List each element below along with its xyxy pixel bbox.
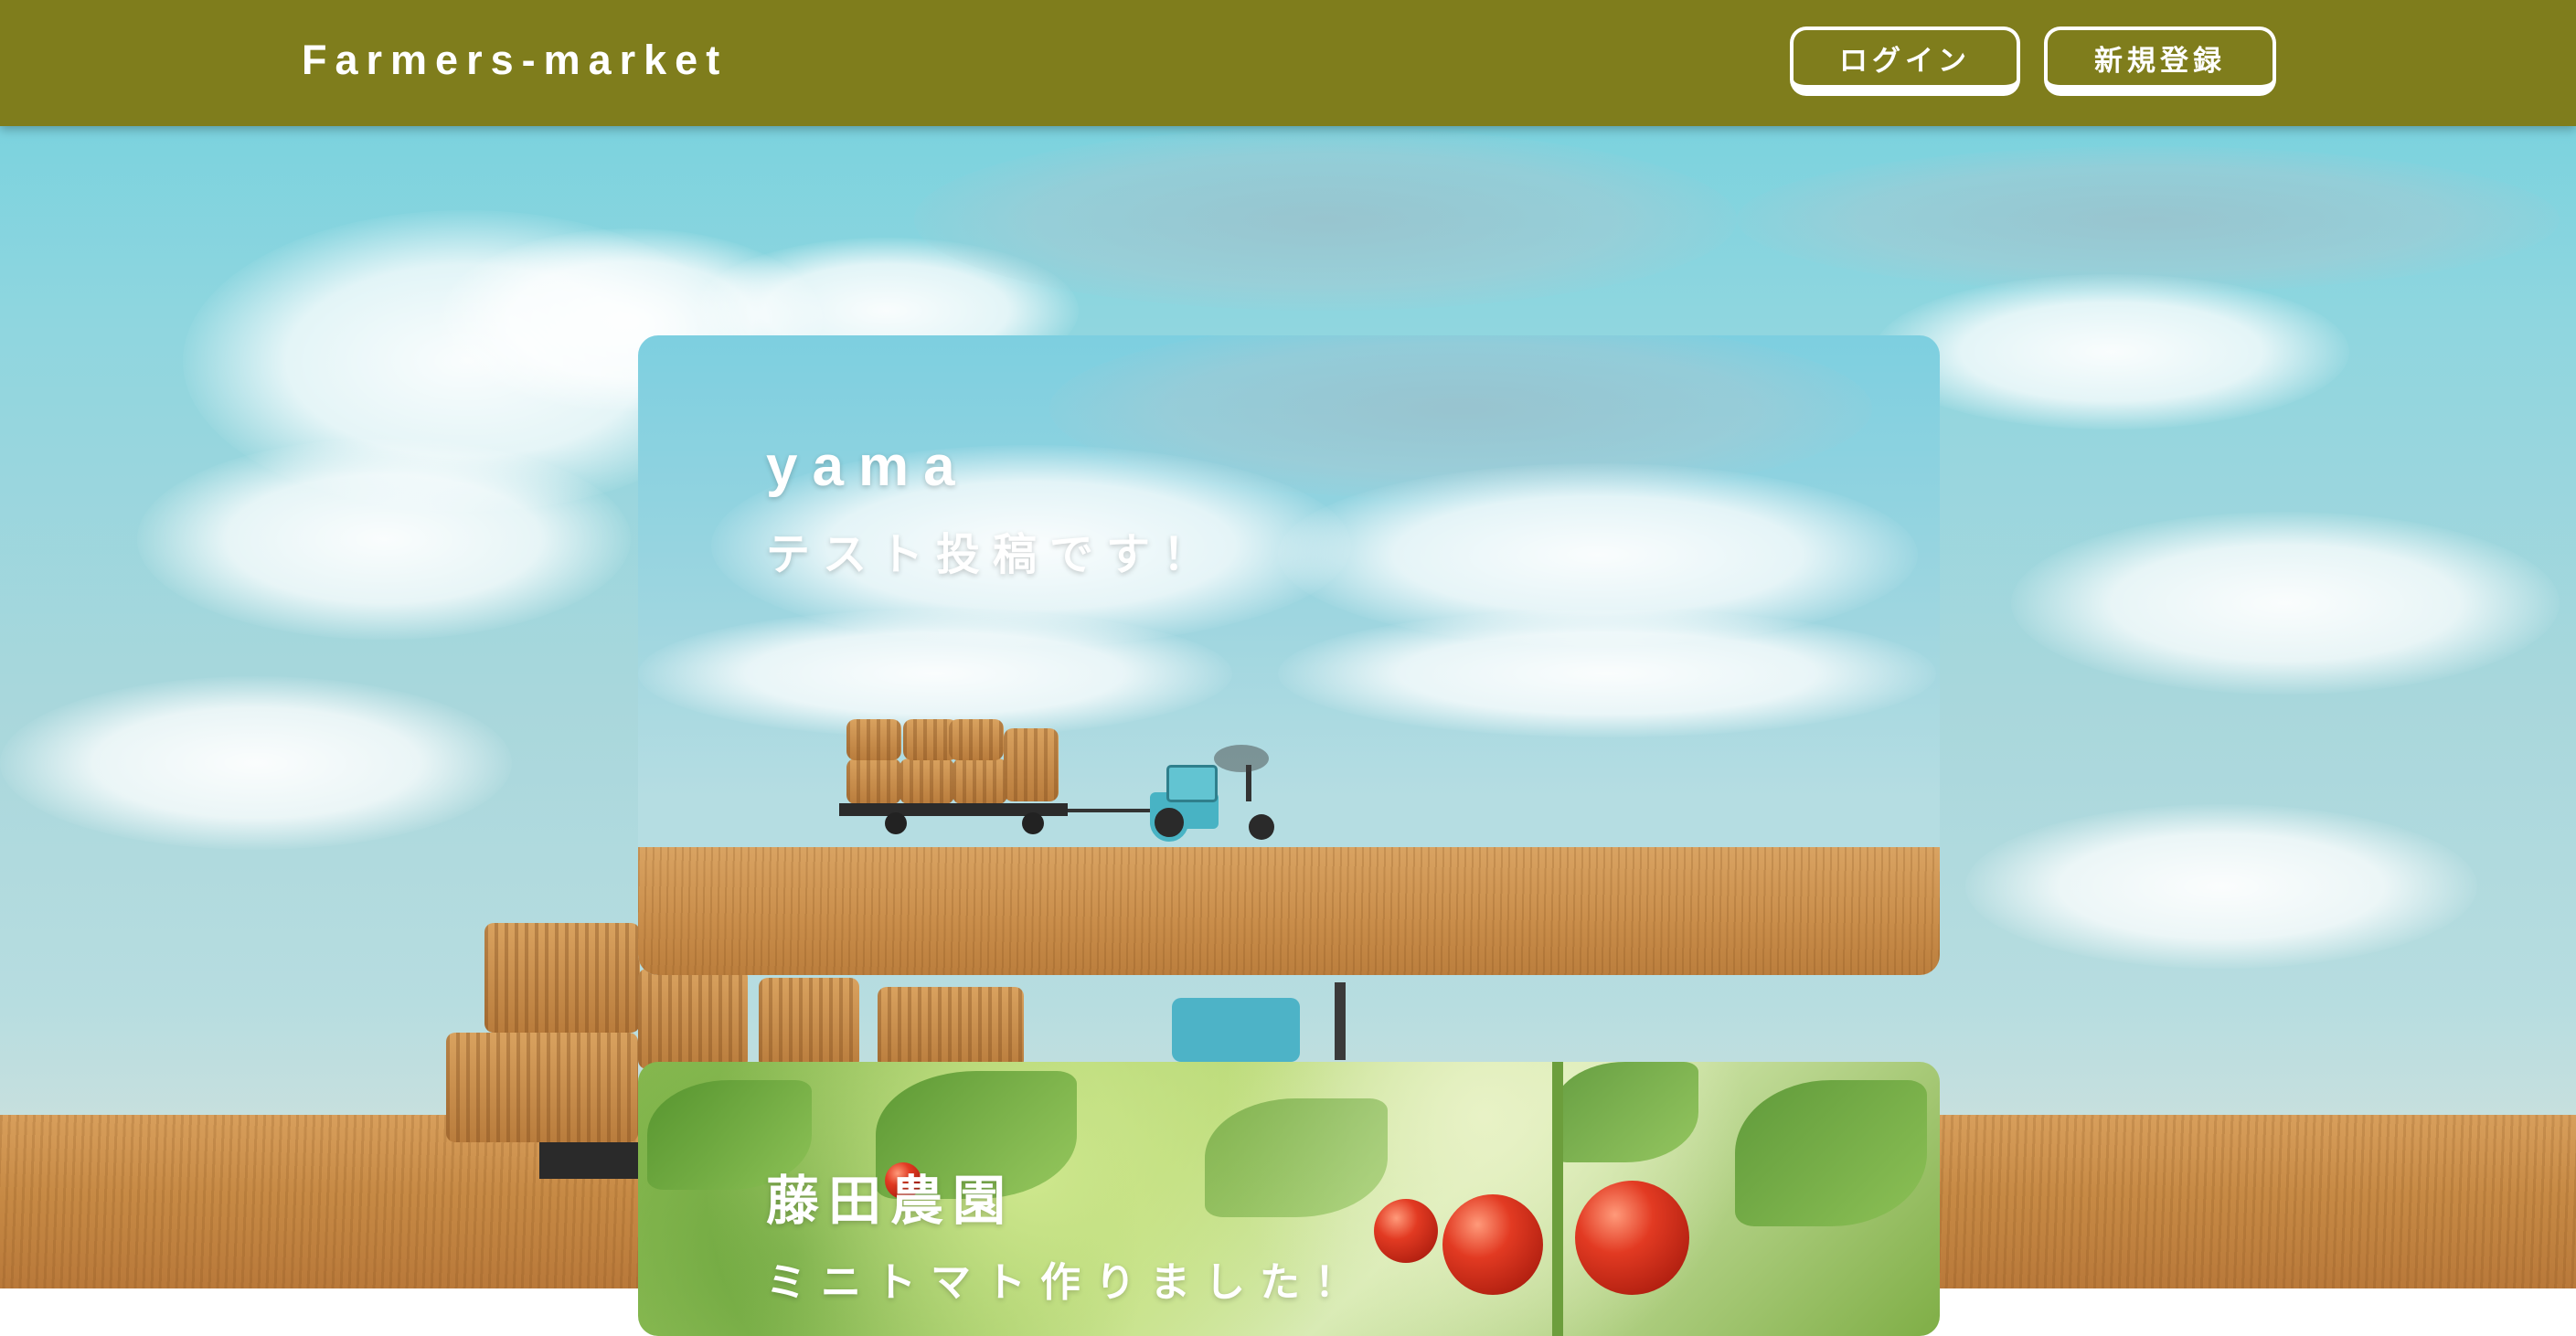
post-user-name: yama (766, 435, 970, 498)
site-brand[interactable]: Farmers-market (302, 37, 728, 84)
post-text: テスト投稿です！ (766, 529, 1220, 580)
signup-button[interactable]: 新規登録 (2044, 27, 2276, 96)
post-card[interactable]: yama テスト投稿です！ (638, 335, 1940, 975)
login-button[interactable]: ログイン (1790, 27, 2020, 96)
site-header: Farmers-market ログイン 新規登録 (0, 0, 2576, 126)
post-user-name: 藤田農園 (766, 1170, 1016, 1232)
post-text: ミニトマト作りました！ (766, 1259, 1369, 1306)
post-image (638, 335, 1940, 975)
post-card[interactable]: 藤田農園 ミニトマト作りました！ (638, 1062, 1940, 1336)
